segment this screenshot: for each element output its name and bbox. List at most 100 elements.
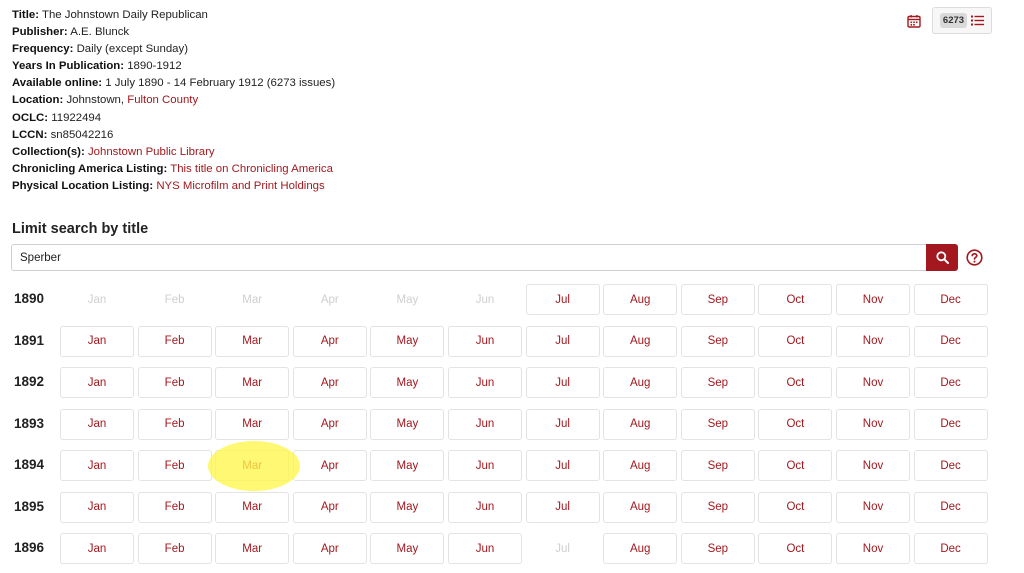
month-sep-1890[interactable]: Sep (680, 284, 755, 315)
calendar-icon (907, 14, 921, 28)
month-feb-1894[interactable]: Feb (137, 450, 212, 481)
year-row-1892: 1892 Jan Feb Mar Apr May Jun Jul Aug Sep Oct Nov Dec (0, 367, 1024, 399)
meta-oclc: OCLC: 11922494 (12, 110, 335, 127)
month-oct-1890[interactable]: Oct (758, 284, 833, 315)
month-sep-1896[interactable]: Sep (680, 533, 755, 564)
year-label: 1890 (14, 291, 45, 306)
month-jul-1893[interactable]: Jul (525, 408, 600, 440)
month-dec-1895[interactable]: Dec (913, 491, 988, 523)
month-mar-1895[interactable]: Mar (215, 491, 290, 523)
month-may-1895[interactable]: May (370, 491, 445, 523)
month-nov-1896[interactable]: Nov (836, 533, 910, 564)
month-jun-1892[interactable]: Jun (448, 367, 522, 398)
month-sep-1894[interactable]: Sep (680, 450, 755, 481)
issues-list-button[interactable]: 6273 (932, 7, 992, 34)
year-row-1890: 1890 Jan Feb Mar Apr May Jun Jul Aug Sep Oct Nov Dec (0, 284, 1024, 316)
year-row-1896: 1896 Jan Feb Mar Apr May Jun Jul Aug Sep Oct Nov Dec (0, 533, 1024, 565)
month-may-1892[interactable]: May (370, 367, 445, 398)
month-apr-1892[interactable]: Apr (292, 367, 367, 398)
month-dec-1891[interactable]: Dec (913, 325, 988, 357)
month-mar-1894[interactable]: Mar (215, 450, 290, 481)
month-jun-1895[interactable]: Jun (448, 491, 522, 523)
month-sep-1895[interactable]: Sep (680, 491, 755, 523)
search-help-button[interactable] (963, 246, 986, 269)
month-aug-1896[interactable]: Aug (603, 533, 678, 564)
month-may-1893[interactable]: May (370, 408, 445, 440)
month-jul-1894[interactable]: Jul (525, 450, 600, 481)
month-feb-1891[interactable]: Feb (137, 325, 212, 357)
month-sep-1893[interactable]: Sep (680, 408, 755, 440)
month-feb-1892[interactable]: Feb (137, 367, 212, 398)
month-dec-1894[interactable]: Dec (913, 450, 988, 481)
title-search-input[interactable] (11, 244, 926, 271)
month-aug-1890[interactable]: Aug (603, 284, 678, 315)
month-jul-1890[interactable]: Jul (525, 284, 600, 315)
month-aug-1891[interactable]: Aug (603, 325, 678, 357)
list-icon (971, 15, 985, 26)
month-jul-1895[interactable]: Jul (525, 491, 600, 523)
month-mar-1891[interactable]: Mar (215, 325, 290, 357)
fulton-county-link[interactable]: Fulton County (127, 94, 198, 106)
month-sep-1892[interactable]: Sep (680, 367, 755, 398)
month-may-1894[interactable]: May (370, 450, 445, 481)
month-nov-1893[interactable]: Nov (836, 408, 910, 440)
month-jan-1893[interactable]: Jan (60, 408, 134, 440)
month-mar-1893[interactable]: Mar (215, 408, 290, 440)
month-apr-1893[interactable]: Apr (292, 408, 367, 440)
search-button[interactable] (926, 244, 958, 271)
month-oct-1893[interactable]: Oct (758, 408, 833, 440)
month-apr-1896[interactable]: Apr (292, 533, 367, 564)
month-jun-1894[interactable]: Jun (448, 450, 522, 481)
month-oct-1891[interactable]: Oct (758, 325, 833, 357)
month-aug-1895[interactable]: Aug (603, 491, 678, 523)
month-dec-1892[interactable]: Dec (913, 367, 988, 398)
month-jun-1893[interactable]: Jun (448, 408, 522, 440)
month-feb-1896[interactable]: Feb (137, 533, 212, 564)
month-jun-1890: Jun (475, 293, 495, 306)
month-jul-1891[interactable]: Jul (525, 325, 600, 357)
calendar-view-button[interactable] (900, 8, 928, 34)
month-mar-1896[interactable]: Mar (215, 533, 290, 564)
meta-physical-label: Physical Location Listing: (12, 179, 154, 192)
year-label: 1895 (14, 498, 45, 514)
month-jul-1892[interactable]: Jul (525, 367, 600, 398)
month-oct-1896[interactable]: Oct (758, 533, 833, 564)
month-feb-1893[interactable]: Feb (137, 408, 212, 440)
month-mar-1892[interactable]: Mar (215, 367, 290, 398)
year-row-1891: 1891 Jan Feb Mar Apr May Jun Jul Aug Sep Oct Nov Dec (0, 325, 1024, 358)
month-nov-1891[interactable]: Nov (836, 325, 910, 357)
month-may-1891[interactable]: May (370, 325, 445, 357)
month-oct-1895[interactable]: Oct (758, 491, 833, 523)
month-dec-1896[interactable]: Dec (913, 533, 988, 564)
month-aug-1894[interactable]: Aug (603, 450, 678, 481)
chronicling-america-link[interactable]: This title on Chronicling America (170, 163, 333, 175)
month-oct-1894[interactable]: Oct (758, 450, 833, 481)
month-jan-1895[interactable]: Jan (60, 491, 134, 523)
month-jan-1896[interactable]: Jan (60, 533, 134, 564)
month-nov-1894[interactable]: Nov (836, 450, 910, 481)
month-oct-1892[interactable]: Oct (758, 367, 833, 398)
month-apr-1891[interactable]: Apr (292, 325, 367, 357)
month-jan-1891[interactable]: Jan (60, 325, 134, 357)
month-jan-1892[interactable]: Jan (60, 367, 134, 398)
month-jan-1894[interactable]: Jan (60, 450, 134, 481)
physical-holdings-link[interactable]: NYS Microfilm and Print Holdings (156, 180, 324, 192)
month-sep-1891[interactable]: Sep (680, 325, 755, 357)
month-apr-1895[interactable]: Apr (292, 491, 367, 523)
meta-chronicling: Chronicling America Listing: This title … (12, 161, 335, 178)
year-row-1894: 1894 Jan Feb Mar Apr May Jun Jul Aug Sep Oct Nov Dec (0, 450, 1024, 482)
month-jun-1891[interactable]: Jun (448, 325, 522, 357)
month-dec-1890[interactable]: Dec (913, 284, 988, 315)
month-feb-1895[interactable]: Feb (137, 491, 212, 523)
month-nov-1892[interactable]: Nov (836, 367, 910, 398)
month-nov-1895[interactable]: Nov (836, 491, 910, 523)
month-jun-1896[interactable]: Jun (448, 533, 522, 564)
meta-title-label: Title: (12, 9, 40, 21)
month-aug-1892[interactable]: Aug (603, 367, 678, 398)
collection-link[interactable]: Johnstown Public Library (88, 146, 215, 158)
month-nov-1890[interactable]: Nov (836, 284, 910, 315)
month-dec-1893[interactable]: Dec (913, 408, 988, 440)
month-may-1896[interactable]: May (370, 533, 445, 564)
month-apr-1894[interactable]: Apr (292, 450, 367, 481)
month-aug-1893[interactable]: Aug (603, 408, 678, 440)
